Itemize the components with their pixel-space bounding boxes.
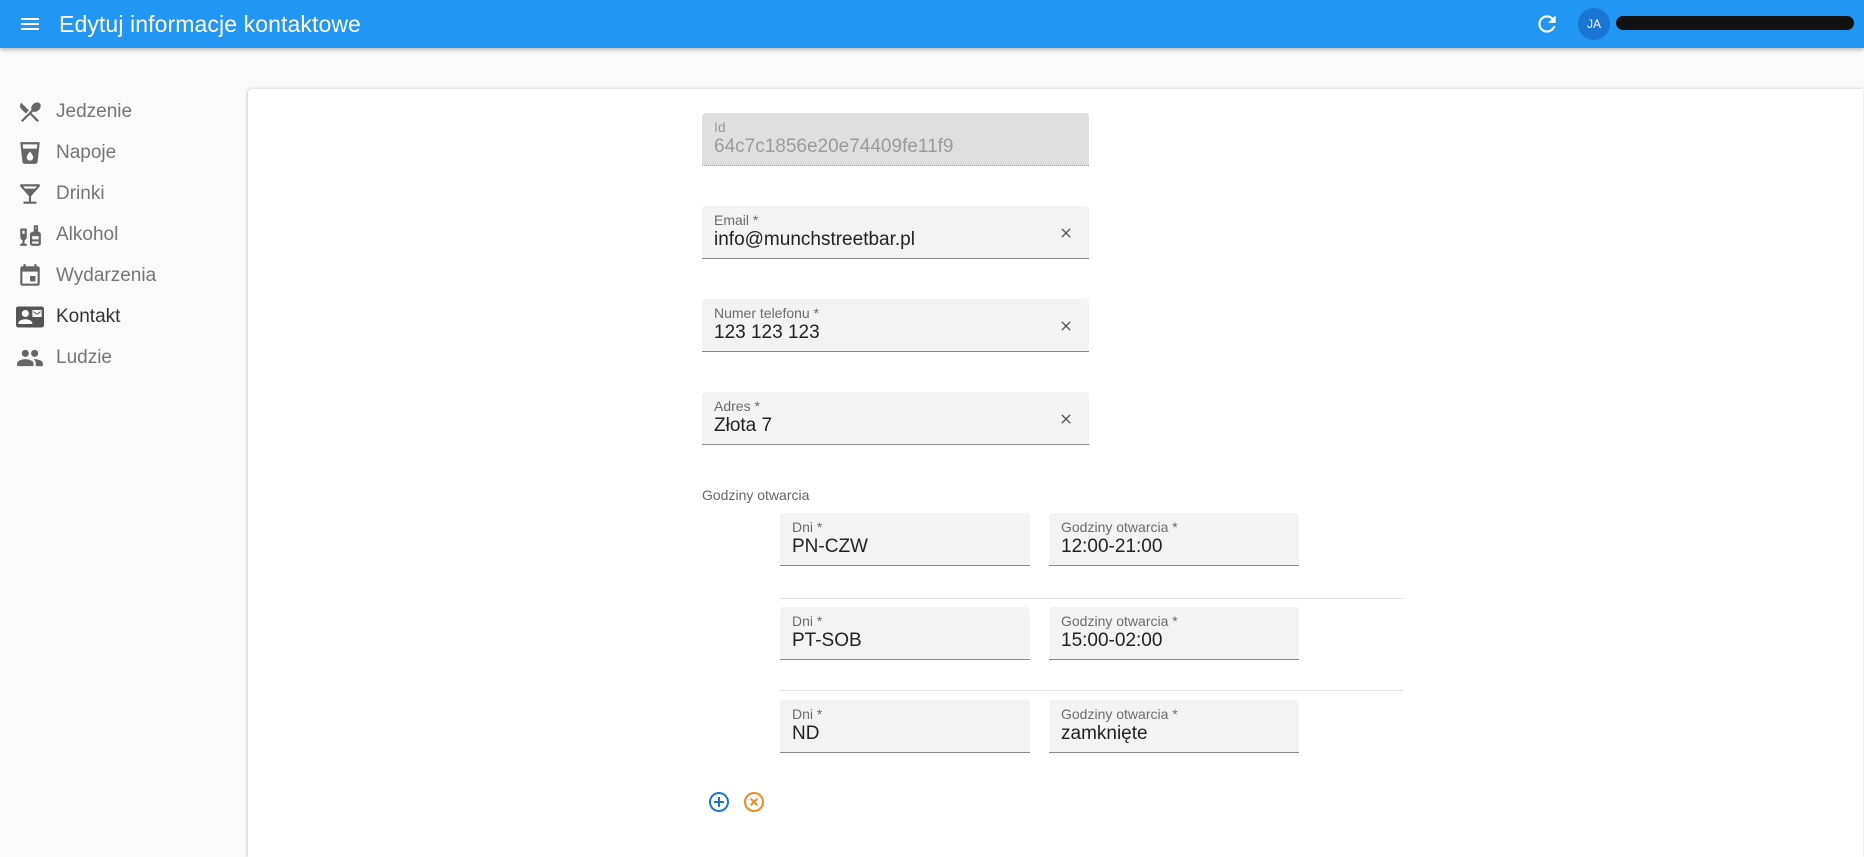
sidebar-item-napoje[interactable]: Napoje	[0, 132, 248, 173]
email-field-value[interactable]: info@munchstreetbar.pl	[714, 229, 1051, 251]
id-field-label: Id	[714, 119, 726, 135]
app-bar: Edytuj informacje kontaktowe JA	[0, 0, 1864, 48]
hours-field-value[interactable]: zamknięte	[1061, 723, 1261, 745]
hours-row-3-days-field[interactable]: Dni * ND	[780, 700, 1030, 753]
phone-field-value[interactable]: 123 123 123	[714, 322, 1051, 344]
sidebar-item-drinki[interactable]: Drinki	[0, 173, 248, 214]
sidebar-item-alkohol[interactable]: Alkohol	[0, 214, 248, 255]
sidebar-item-label: Alkohol	[56, 223, 119, 245]
phone-field[interactable]: Numer telefonu * 123 123 123	[702, 299, 1089, 352]
id-field-value: 64c7c1856e20e74409fe11f9	[714, 136, 954, 157]
days-field-value[interactable]: PT-SOB	[792, 630, 992, 652]
liquor-icon	[16, 221, 44, 249]
close-icon	[1061, 414, 1071, 424]
days-field-value[interactable]: ND	[792, 723, 992, 745]
sidebar-item-label: Kontakt	[56, 305, 121, 327]
days-field-value[interactable]: PN-CZW	[792, 536, 992, 558]
sidebar: Jedzenie Napoje Drinki Alkohol Wydarzeni…	[0, 48, 248, 857]
hours-row-2-hours-field[interactable]: Godziny otwarcia * 15:00-02:00	[1049, 607, 1299, 660]
hours-field-value[interactable]: 12:00-21:00	[1061, 536, 1261, 558]
id-field: Id 64c7c1856e20e74409fe11f9	[702, 113, 1089, 166]
sidebar-item-label: Wydarzenia	[56, 264, 157, 286]
contact-mail-icon	[16, 303, 44, 331]
hours-field-value[interactable]: 15:00-02:00	[1061, 630, 1261, 652]
restaurant-icon	[16, 98, 44, 126]
phone-clear-button[interactable]	[1057, 317, 1075, 335]
sidebar-item-ludzie[interactable]: Ludzie	[0, 337, 248, 378]
menu-icon	[21, 18, 39, 30]
local-drink-icon	[16, 139, 44, 167]
opening-hours-section-label: Godziny otwarcia	[702, 487, 810, 503]
sidebar-item-wydarzenia[interactable]: Wydarzenia	[0, 255, 248, 296]
address-field[interactable]: Adres * Złota 7	[702, 392, 1089, 445]
hours-field-label: Godziny otwarcia *	[1061, 706, 1178, 722]
close-icon	[1061, 321, 1071, 331]
address-field-label: Adres *	[714, 398, 760, 414]
local-bar-icon	[16, 180, 44, 208]
days-field-label: Dni *	[792, 613, 823, 629]
user-avatar[interactable]: JA	[1578, 8, 1610, 40]
hours-row-1-hours-field[interactable]: Godziny otwarcia * 12:00-21:00	[1049, 513, 1299, 566]
sidebar-item-label: Drinki	[56, 182, 105, 204]
menu-button[interactable]	[16, 10, 44, 38]
remove-hours-row-button[interactable]	[741, 789, 767, 815]
hours-field-label: Godziny otwarcia *	[1061, 613, 1178, 629]
sidebar-item-label: Jedzenie	[56, 100, 133, 122]
user-email-redacted[interactable]	[1616, 16, 1854, 30]
sidebar-item-label: Ludzie	[56, 346, 112, 368]
email-field-label: Email *	[714, 212, 759, 228]
sidebar-item-kontakt[interactable]: Kontakt	[0, 296, 248, 337]
page-title: Edytuj informacje kontaktowe	[59, 10, 361, 37]
phone-field-label: Numer telefonu *	[714, 305, 820, 321]
event-icon	[16, 262, 44, 290]
cancel-outline-icon	[744, 792, 764, 812]
hours-row-2-days-field[interactable]: Dni * PT-SOB	[780, 607, 1030, 660]
sidebar-item-jedzenie[interactable]: Jedzenie	[0, 91, 248, 132]
refresh-button[interactable]	[1532, 9, 1562, 39]
hours-field-label: Godziny otwarcia *	[1061, 519, 1178, 535]
email-field[interactable]: Email * info@munchstreetbar.pl	[702, 206, 1089, 259]
refresh-icon	[1538, 15, 1556, 33]
address-clear-button[interactable]	[1057, 410, 1075, 428]
people-icon	[16, 344, 44, 372]
days-field-label: Dni *	[792, 519, 823, 535]
hours-row-1-days-field[interactable]: Dni * PN-CZW	[780, 513, 1030, 566]
hours-row-divider	[780, 598, 1403, 599]
add-circle-outline-icon	[709, 792, 729, 812]
add-hours-row-button[interactable]	[706, 789, 732, 815]
address-field-value[interactable]: Złota 7	[714, 415, 1051, 437]
days-field-label: Dni *	[792, 706, 823, 722]
close-icon	[1061, 228, 1071, 238]
sidebar-item-label: Napoje	[56, 141, 117, 163]
email-clear-button[interactable]	[1057, 224, 1075, 242]
hours-row-3-hours-field[interactable]: Godziny otwarcia * zamknięte	[1049, 700, 1299, 753]
hours-row-divider	[780, 690, 1403, 691]
